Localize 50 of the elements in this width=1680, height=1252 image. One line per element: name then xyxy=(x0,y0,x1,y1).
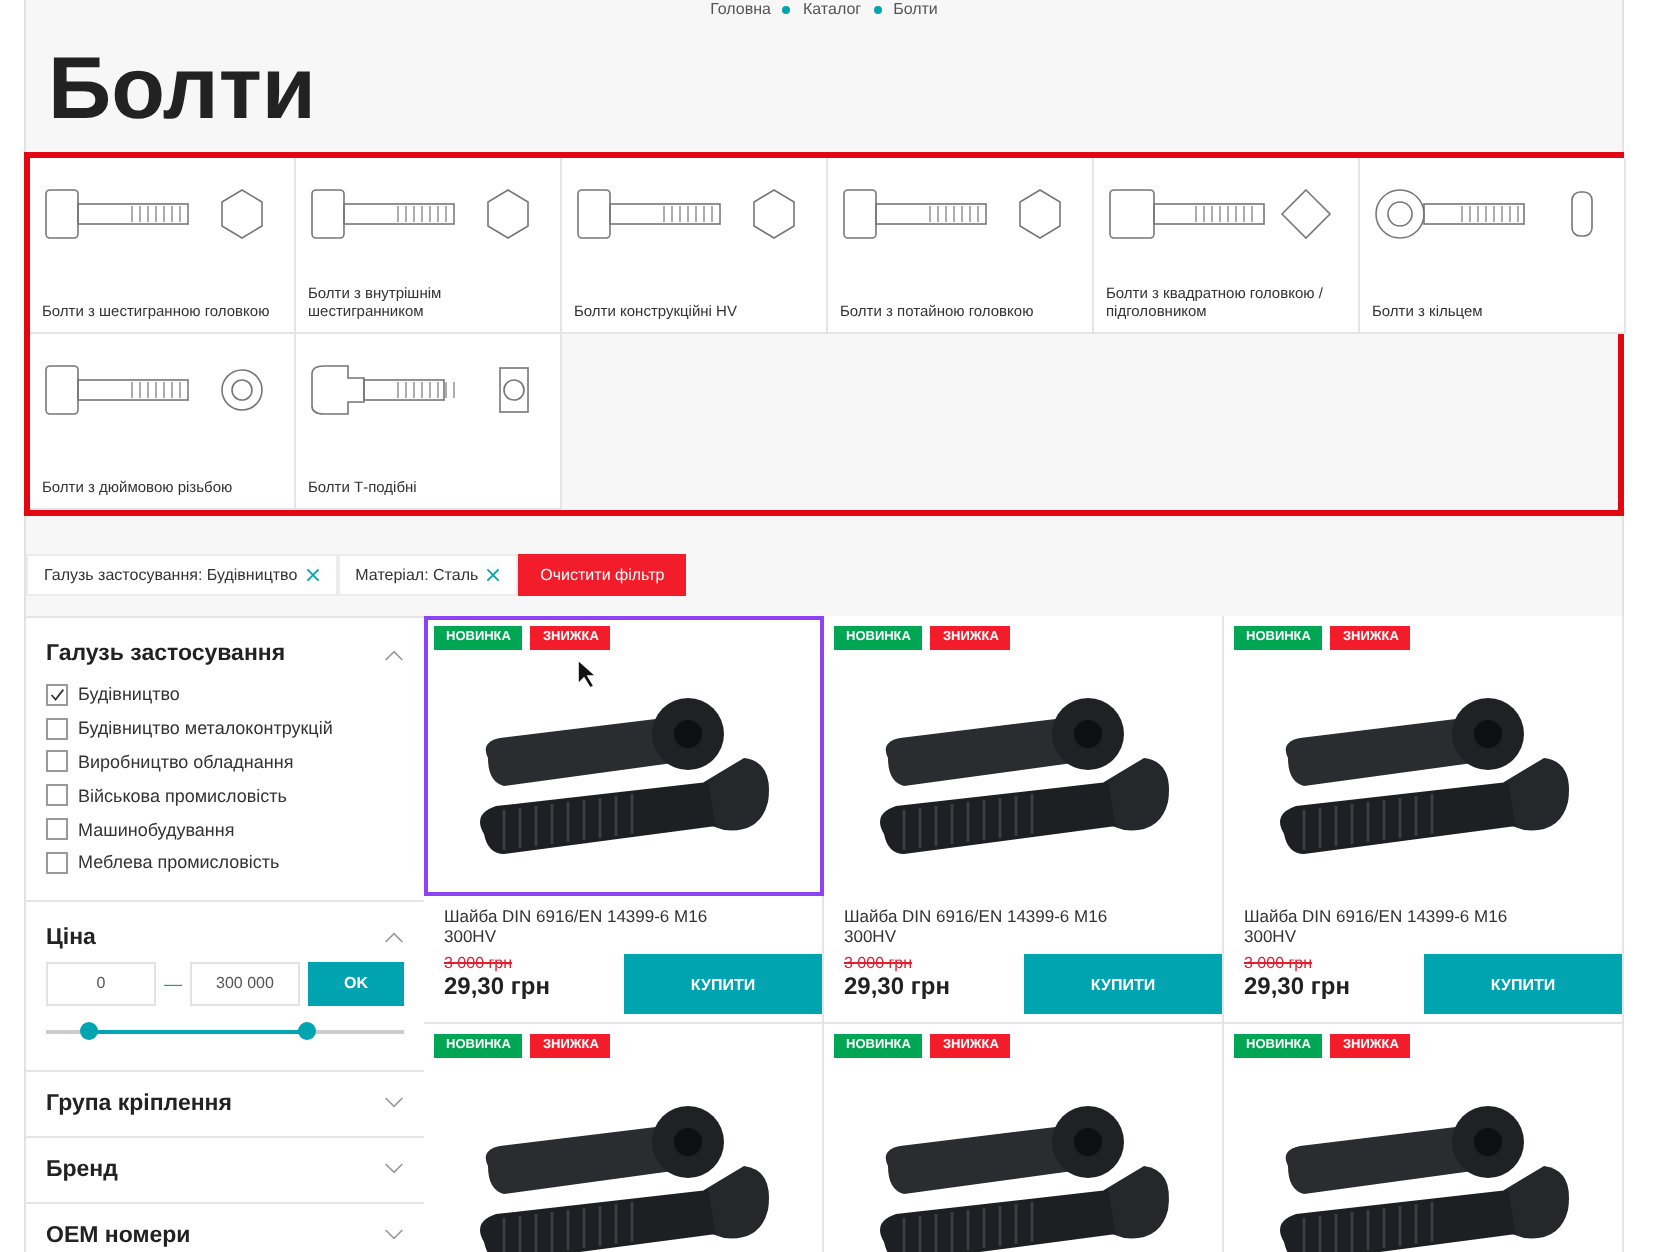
filter-chip[interactable]: Матеріал: Сталь xyxy=(337,554,519,596)
checkbox[interactable] xyxy=(46,717,68,740)
breadcrumb-separator-icon xyxy=(782,6,791,14)
cursor-icon xyxy=(576,658,600,690)
slider-handle[interactable] xyxy=(298,1022,317,1041)
filter-label: Матеріал: Сталь xyxy=(355,566,479,584)
filter-label: Галузь застосування: Будівництво xyxy=(44,566,298,584)
chevron-icon[interactable] xyxy=(384,647,404,661)
option-label: Будівництво металоконтрукцій xyxy=(78,718,333,739)
breadcrumb-link[interactable]: Болти xyxy=(893,0,938,20)
checkbox[interactable] xyxy=(46,851,68,874)
page-title: Болти xyxy=(48,38,318,142)
option-label: Виробництво обладнання xyxy=(78,751,294,772)
breadcrumb-separator-icon xyxy=(873,6,882,14)
option-label: Будівництво xyxy=(78,684,180,705)
checkbox[interactable] xyxy=(46,818,68,841)
option-label: Машинобудування xyxy=(78,819,235,840)
close-icon[interactable] xyxy=(486,568,501,582)
checkbox[interactable] xyxy=(46,683,68,706)
product-name[interactable]: Шайба DIN 6916/EN 14399-6 M16 300HV xyxy=(824,906,1164,946)
filter-heading[interactable]: Бренд xyxy=(46,1157,118,1182)
breadcrumb-link[interactable]: Головна xyxy=(710,0,771,20)
filter-heading[interactable]: Ціна xyxy=(46,925,96,950)
chevron-icon[interactable] xyxy=(384,1228,404,1243)
price: 29,30 грн xyxy=(444,972,552,1000)
clear-filter-button[interactable]: Очистити фільтр xyxy=(518,554,687,596)
breadcrumb-link[interactable]: Каталог xyxy=(802,0,862,20)
min-price-field[interactable]: 0 xyxy=(46,961,156,1006)
option-label: Меблева промисловість xyxy=(78,852,280,873)
range-separator: — xyxy=(164,973,182,994)
option-label: Військова промисловість xyxy=(78,785,287,806)
close-icon[interactable] xyxy=(305,568,320,582)
filter-heading[interactable]: Група кріплення xyxy=(46,1091,232,1116)
chevron-icon[interactable] xyxy=(384,1162,404,1177)
filter-chip[interactable]: Галузь застосування: Будівництво xyxy=(26,554,338,596)
price: 29,30 грн xyxy=(1244,972,1352,1000)
filter-heading[interactable]: OEM номери xyxy=(46,1223,191,1248)
chevron-icon[interactable] xyxy=(384,1096,404,1111)
product-name[interactable]: Шайба DIN 6916/EN 14399-6 M16 300HV xyxy=(424,906,764,946)
product-name[interactable]: Шайба DIN 6916/EN 14399-6 M16 300HV xyxy=(1224,906,1564,946)
chevron-icon[interactable] xyxy=(384,930,404,945)
price: 29,30 грн xyxy=(844,972,952,1000)
old-price: 3 000 грн xyxy=(444,954,515,972)
checkbox[interactable] xyxy=(46,784,68,807)
filter-heading[interactable]: Галузь застосування xyxy=(46,642,286,666)
slider-handle[interactable] xyxy=(79,1022,98,1041)
old-price: 3 000 грн xyxy=(844,954,915,972)
checkbox[interactable] xyxy=(46,750,68,773)
max-price-field[interactable]: 300 000 xyxy=(190,961,300,1006)
old-price: 3 000 грн xyxy=(1244,954,1315,972)
